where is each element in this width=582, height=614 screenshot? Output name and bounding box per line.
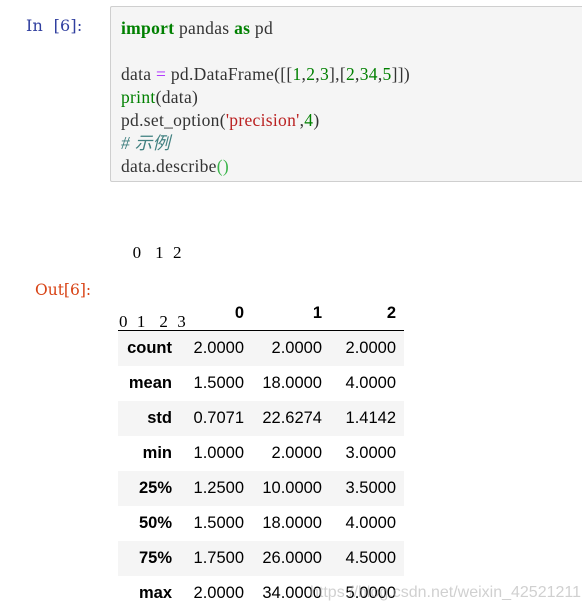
code-token: pd.DataFrame([[ [166, 64, 293, 84]
code-lines[interactable]: import pandas as pd data = pd.DataFrame(… [121, 17, 410, 178]
code-token: ]]) [391, 64, 410, 84]
stdout-line: 0 1 2 [119, 243, 182, 262]
input-prompt: In [6]: [26, 16, 83, 35]
table-cell: 2.0000 [193, 584, 244, 602]
code-cell-editor[interactable]: import pandas as pd data = pd.DataFrame(… [110, 6, 582, 182]
table-cell: 1.4142 [345, 409, 396, 427]
code-token: print [121, 87, 156, 107]
row-label: 25% [138, 479, 172, 497]
table-cell: 2.0000 [193, 339, 244, 357]
table-cell: 2.0000 [271, 444, 322, 462]
table-header-row: 0 1 2 [118, 297, 404, 331]
column-header: 2 [330, 297, 404, 331]
table-cell: 1.5000 [193, 514, 244, 532]
code-line: # 示例 [121, 132, 410, 155]
row-label: 75% [138, 549, 172, 567]
code-token: as [234, 18, 251, 38]
code-token: 1 [292, 64, 302, 84]
table-cell: 1.7500 [193, 549, 244, 567]
code-line: import pandas as pd [121, 17, 410, 40]
code-token: 4 [304, 110, 314, 130]
table-row: min 1.0000 2.0000 3.0000 [118, 436, 404, 471]
table-cell: 2.0000 [271, 339, 322, 357]
code-token: 34 [359, 64, 378, 84]
table-cell: 4.0000 [345, 374, 396, 392]
code-token: import [121, 18, 175, 38]
table-cell: 3.5000 [345, 479, 396, 497]
table-cell: 10.0000 [262, 479, 322, 497]
table-cell: 0.7071 [193, 409, 244, 427]
column-header: 1 [252, 297, 330, 331]
index-header [118, 297, 180, 331]
code-token: 3 [319, 64, 330, 84]
row-label: max [138, 584, 172, 602]
code-token: 2 [306, 64, 316, 84]
table-cell: 18.0000 [262, 374, 322, 392]
table-row: mean 1.5000 18.0000 4.0000 [118, 366, 404, 401]
row-label: count [127, 339, 172, 357]
table-row: 25% 1.2500 10.0000 3.5000 [118, 471, 404, 506]
code-token: 'precision' [225, 110, 300, 130]
code-token: # 示例 [121, 133, 171, 153]
code-token: data [121, 64, 157, 84]
table-cell: 2.0000 [345, 339, 396, 357]
table-cell: 18.0000 [262, 514, 322, 532]
code-token: data.describe [121, 156, 217, 176]
row-label: 50% [138, 514, 172, 532]
table-row: count 2.0000 2.0000 2.0000 [118, 330, 404, 366]
watermark: https://blog.csdn.net/weixin_42521211 [310, 584, 582, 601]
row-label: mean [128, 374, 172, 392]
table-cell: 4.5000 [345, 549, 396, 567]
code-token: pandas [174, 18, 235, 38]
code-line: data.describe() [121, 155, 410, 178]
code-token: (data) [155, 87, 199, 107]
code-token: 5 [382, 64, 392, 84]
code-token: pd.set_option( [121, 110, 226, 130]
code-token: 2 [345, 64, 356, 84]
code-line: pd.set_option('precision',4) [121, 109, 410, 132]
code-token: ) [313, 110, 320, 130]
code-token: pd [250, 18, 274, 38]
output-prompt: Out[6]: [35, 281, 92, 299]
code-token: () [216, 156, 229, 176]
table-cell: 1.2500 [193, 479, 244, 497]
code-token: = [156, 64, 167, 84]
table-cell: 1.0000 [193, 444, 244, 462]
describe-table: 0 1 2 count 2.0000 2.0000 2.0000 mean 1.5000 1… [118, 297, 404, 611]
table-cell: 1.5000 [193, 374, 244, 392]
table-cell: 22.6274 [262, 409, 322, 427]
table-row: 50% 1.5000 18.0000 4.0000 [118, 506, 404, 541]
column-header: 0 [180, 297, 252, 331]
table-cell: 3.0000 [345, 444, 396, 462]
code-token: ],[ [329, 64, 346, 84]
row-label: std [147, 409, 172, 427]
row-label: min [142, 444, 172, 462]
code-line: data = pd.DataFrame([[1,2,3],[2,34,5]]) [121, 63, 410, 86]
table-row: std 0.7071 22.6274 1.4142 [118, 401, 404, 436]
table-cell: 26.0000 [262, 549, 322, 567]
table-row: 75% 1.7500 26.0000 4.5000 [118, 541, 404, 576]
table-cell: 4.0000 [345, 514, 396, 532]
code-line: print(data) [121, 86, 410, 109]
